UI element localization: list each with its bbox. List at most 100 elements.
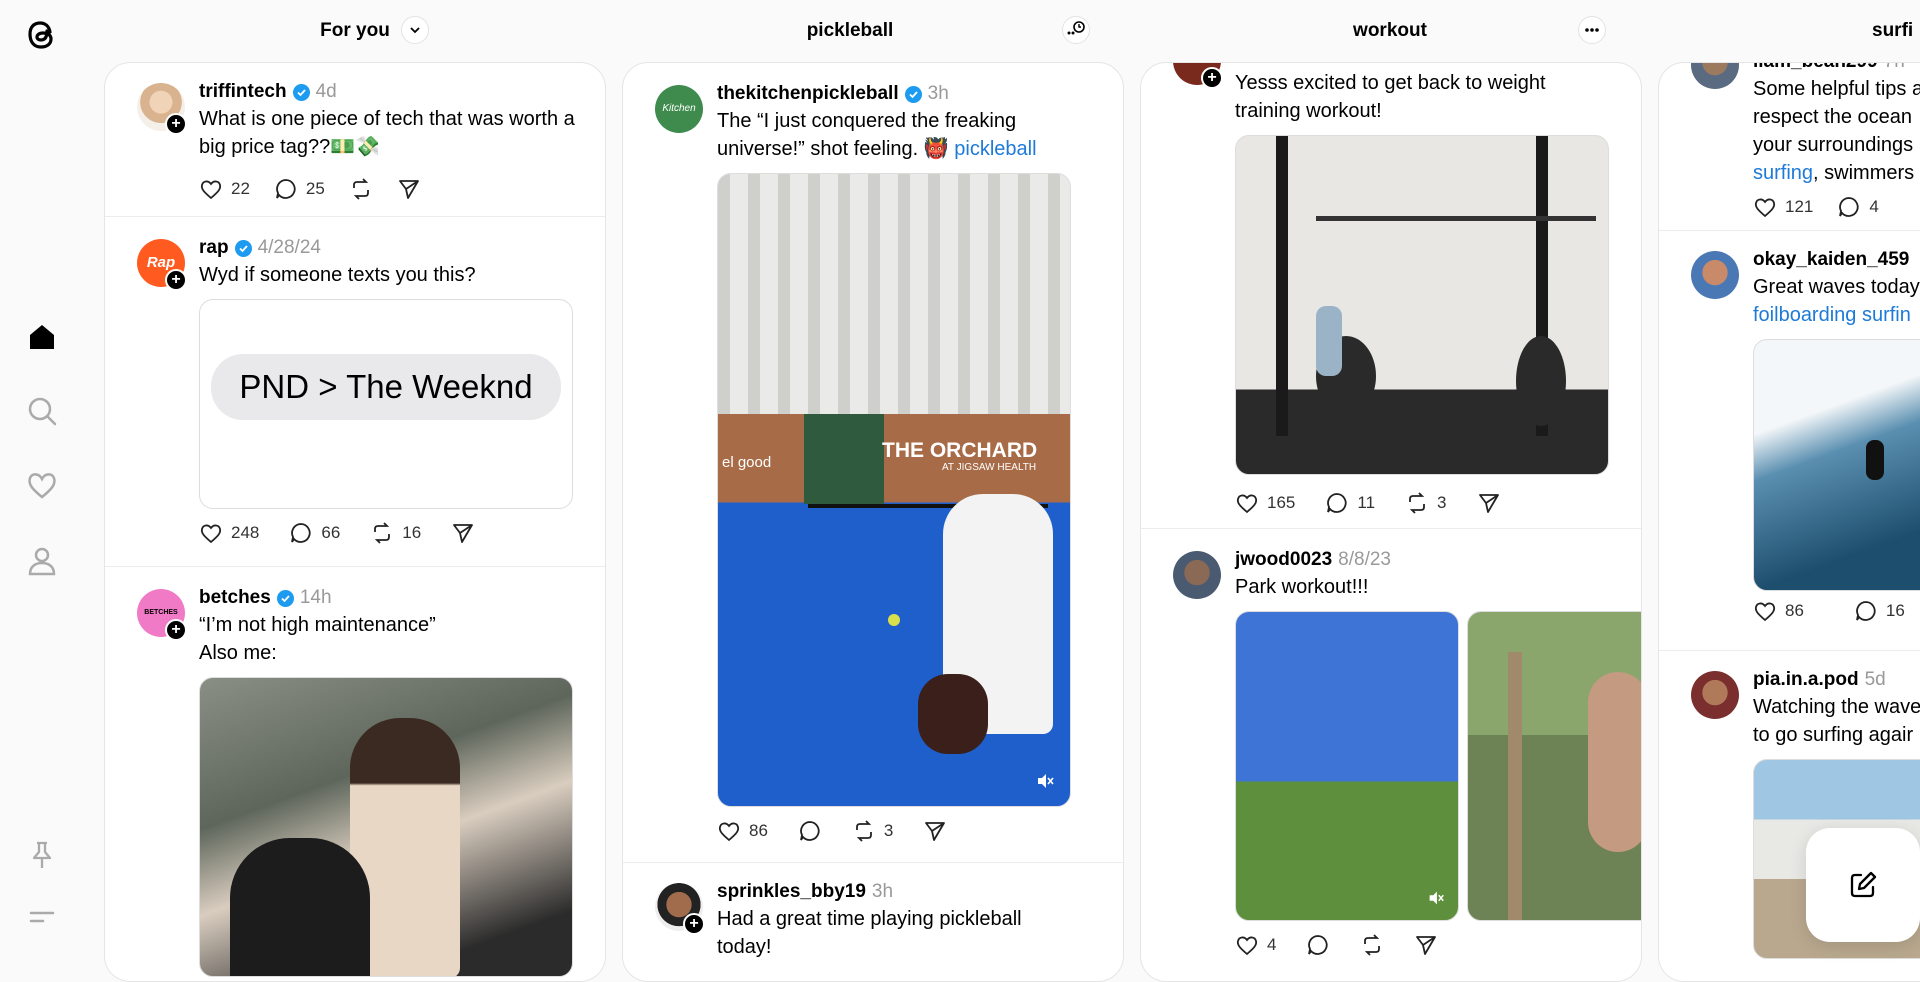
username[interactable]: liam_bean299 [1753, 63, 1878, 73]
like-count: 248 [231, 523, 260, 542]
hashtag-link[interactable]: pickleball [954, 138, 1036, 160]
post[interactable]: + sprinkles_bby19 3h Had a great time pl… [623, 863, 1123, 981]
heart-icon [1236, 936, 1258, 956]
username[interactable]: okay_kaiden_459 [1753, 249, 1909, 271]
share-button[interactable] [397, 177, 421, 201]
avatar[interactable] [1173, 551, 1221, 599]
like-button[interactable]: 165 [1235, 491, 1295, 515]
profile-icon[interactable] [25, 544, 59, 578]
username[interactable]: rap [199, 237, 229, 259]
reply-button[interactable]: 66 [289, 521, 340, 545]
more-options-icon[interactable] [1062, 16, 1090, 44]
compose-button[interactable] [1806, 828, 1920, 942]
post[interactable]: + Yesss excited to get back to weight tr… [1141, 63, 1641, 529]
chevron-down-icon[interactable] [401, 16, 429, 44]
mute-icon[interactable] [1426, 888, 1446, 908]
repost-button[interactable]: 3 [852, 819, 893, 843]
post-text-line: Great waves today [1753, 276, 1920, 298]
repost-count: 3 [883, 821, 894, 840]
post-image[interactable] [1753, 339, 1920, 591]
username[interactable]: sprinkles_bby19 [717, 881, 866, 903]
photo-ceiling [718, 174, 1070, 414]
feed-column-workout[interactable]: + Yesss excited to get back to weight tr… [1140, 62, 1642, 982]
post-text-rest: , swimmers [1813, 162, 1915, 184]
column-title-for-you[interactable]: For you [300, 0, 410, 62]
follow-plus-icon[interactable]: + [165, 619, 187, 641]
avatar[interactable] [1691, 671, 1739, 719]
threads-logo-icon[interactable] [20, 12, 62, 56]
username[interactable]: triffintech [199, 81, 287, 103]
reply-button[interactable] [1306, 933, 1330, 957]
post[interactable]: jwood0023 8/8/23 Park workout!!! 4 [1141, 529, 1641, 969]
column-title-surfing[interactable]: surfi [1872, 0, 1920, 62]
pin-icon[interactable] [25, 838, 59, 872]
repost-button[interactable] [349, 177, 373, 201]
hashtag-link[interactable]: foilboarding surfin [1753, 304, 1911, 326]
post-image[interactable] [1235, 611, 1459, 921]
photo-wall-panel [804, 414, 884, 504]
send-icon [398, 180, 419, 199]
post[interactable]: okay_kaiden_459 Great waves today foilbo… [1659, 231, 1920, 651]
heart-icon[interactable] [25, 468, 59, 502]
reply-button[interactable]: 11 [1325, 491, 1375, 515]
reply-button[interactable] [798, 819, 822, 843]
photo-figure [230, 838, 370, 976]
column-title-workout[interactable]: workout [1300, 0, 1480, 62]
post[interactable]: liam_bean299 7h Some helpful tips a resp… [1659, 63, 1920, 231]
post-image[interactable]: PND > The Weeknd [199, 299, 573, 509]
username[interactable]: betches [199, 587, 271, 609]
post-text: Park workout!!! [1235, 576, 1369, 598]
like-button[interactable]: 4 [1235, 933, 1276, 957]
share-button[interactable] [1414, 933, 1438, 957]
post-video[interactable]: el good THE ORCHARD AT JIGSAW HEALTH [717, 173, 1071, 807]
username[interactable]: jwood0023 [1235, 549, 1332, 571]
avatar[interactable]: Kitchen [655, 85, 703, 133]
reply-button[interactable]: 16 [1854, 599, 1905, 623]
comment-icon [800, 821, 820, 841]
username[interactable]: pia.in.a.pod [1753, 669, 1859, 691]
post[interactable]: Rap + rap 4/28/24 Wyd if someone texts y… [105, 217, 605, 567]
follow-plus-icon[interactable]: + [165, 269, 187, 291]
post-text-line: respect the ocean [1753, 106, 1912, 128]
like-button[interactable]: 86 [1753, 599, 1804, 623]
send-icon [1478, 494, 1499, 513]
share-button[interactable] [1477, 491, 1501, 515]
post-image[interactable] [1467, 611, 1641, 921]
more-options-icon[interactable] [1578, 16, 1606, 44]
reply-button[interactable]: 4 [1837, 195, 1879, 219]
post-image[interactable] [1235, 135, 1609, 475]
comment-icon [1308, 935, 1329, 955]
feed-column-for-you[interactable]: + triffintech 4d What is one piece of te… [104, 62, 606, 982]
like-button[interactable]: 86 [717, 819, 768, 843]
feed-column-pickleball[interactable]: Kitchen thekitchenpickleball 3h The “I j… [622, 62, 1124, 982]
like-button[interactable]: 248 [199, 521, 259, 545]
post-text: Wyd if someone texts you this? [199, 264, 476, 286]
follow-plus-icon[interactable]: + [165, 113, 187, 135]
avatar[interactable] [1691, 251, 1739, 299]
menu-icon[interactable] [25, 900, 59, 934]
post-image[interactable] [199, 677, 573, 977]
like-button[interactable]: 22 [199, 177, 250, 201]
follow-plus-icon[interactable]: + [1201, 67, 1223, 89]
mute-icon[interactable] [1034, 770, 1056, 792]
reply-button[interactable]: 25 [274, 177, 325, 201]
post[interactable]: + triffintech 4d What is one piece of te… [105, 63, 605, 217]
search-icon[interactable] [25, 394, 59, 428]
post[interactable]: Kitchen thekitchenpickleball 3h The “I j… [623, 63, 1123, 863]
post[interactable]: BETCHES + betches 14h “I’m not high main… [105, 567, 605, 981]
username[interactable]: thekitchenpickleball [717, 83, 899, 105]
repost-button[interactable]: 3 [1405, 491, 1447, 515]
home-icon[interactable] [25, 320, 59, 354]
like-count: 121 [1785, 197, 1814, 216]
like-button[interactable]: 121 [1753, 195, 1813, 219]
post-time: 7h [1884, 63, 1905, 73]
post-time: 4/28/24 [257, 237, 321, 258]
share-button[interactable] [923, 819, 947, 843]
column-title-pickleball[interactable]: pickleball [780, 0, 920, 62]
hashtag-link[interactable]: surfing [1753, 162, 1813, 184]
follow-plus-icon[interactable]: + [683, 913, 705, 935]
repost-button[interactable]: 16 [370, 521, 421, 545]
repost-button[interactable] [1360, 933, 1384, 957]
avatar[interactable] [1691, 63, 1739, 89]
share-button[interactable] [451, 521, 475, 545]
